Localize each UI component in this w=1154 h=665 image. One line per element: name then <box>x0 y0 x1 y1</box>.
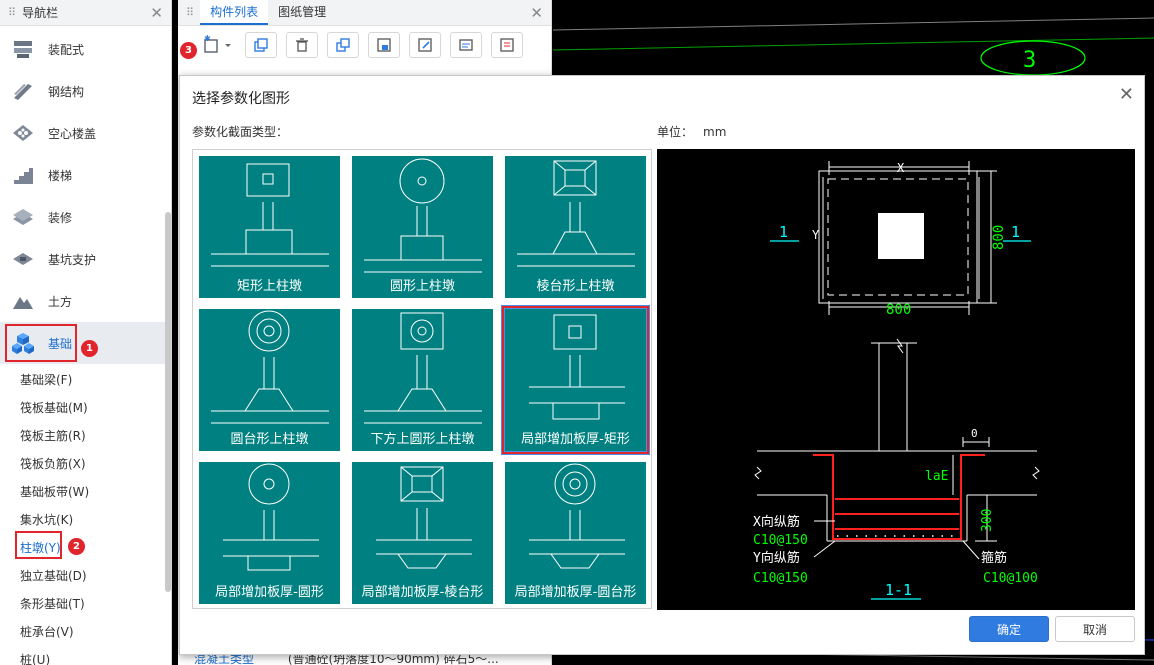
component-toolbar: ✱ <box>178 26 551 64</box>
section-mark-right: 1 <box>1011 223 1020 241</box>
cancel-button[interactable]: 取消 <box>1055 616 1135 642</box>
y-rebar-value: C10@150 <box>753 571 808 586</box>
navigation-title: 导航栏 <box>22 6 59 20</box>
steel-structure-icon <box>10 78 36 104</box>
close-icon[interactable]: ✕ <box>150 4 163 22</box>
y-rebar-label: Y向纵筋 <box>753 550 800 566</box>
sub-item-pile[interactable]: 桩(U) <box>0 646 171 665</box>
nav-item-prefab[interactable]: 装配式 <box>0 28 171 70</box>
shape-caption: 棱台形上柱墩 <box>536 279 615 294</box>
dim-300-label: 300 <box>980 509 995 532</box>
step-badge-2: 2 <box>68 538 85 555</box>
copy-component-button[interactable] <box>245 32 277 58</box>
unit-label: 单位： mm <box>657 125 727 139</box>
navigation-panel: ⠿ 导航栏 ✕ 装配式 钢结构 空心楼盖 楼梯 装修 基坑支护 土方 基础 1 … <box>0 0 172 665</box>
shape-tile-round-frustum-pier[interactable]: 圆台形上柱墩 <box>199 309 340 451</box>
close-icon[interactable]: ✕ <box>1119 84 1134 105</box>
navigation-header: ⠿ 导航栏 ✕ <box>0 0 171 26</box>
highlight-frame-column-pier <box>15 531 62 559</box>
dialog-title: 选择参数化图形 <box>192 91 290 107</box>
svg-text:✱: ✱ <box>204 35 211 43</box>
shape-tile-thicken-frustum[interactable]: 局部增加板厚-棱台形 <box>352 462 493 604</box>
shape-caption: 局部增加板厚-圆形 <box>215 585 324 600</box>
drag-handle-icon[interactable]: ⠿ <box>186 6 194 19</box>
stirrup-label: 箍筋 <box>981 550 1007 566</box>
confirm-button[interactable]: 确定 <box>969 616 1049 642</box>
tab-drawing-management[interactable]: 图纸管理 <box>268 0 336 25</box>
nav-item-pit-support[interactable]: 基坑支护 <box>0 238 171 280</box>
x-rebar-label: X向纵筋 <box>753 514 800 530</box>
dim-y-label: Y <box>812 228 820 242</box>
list-view-button[interactable] <box>491 32 523 58</box>
sub-item-isolated-foundation[interactable]: 独立基础(D) <box>0 562 171 590</box>
shape-caption: 下方上圆形上柱墩 <box>370 432 475 447</box>
sub-item-foundation-beam[interactable]: 基础梁(F) <box>0 366 171 394</box>
shape-grid: 矩形上柱墩 圆形上柱墩 棱台形上柱墩 圆台形上柱墩 下方上圆形上柱墩 局部增加板… <box>192 149 652 609</box>
shape-caption: 圆形上柱墩 <box>389 279 455 294</box>
pit-support-icon <box>10 246 36 272</box>
dim-x-label: X <box>897 161 905 175</box>
parametric-shape-dialog: 选择参数化图形 ✕ 参数化截面类型： 单位： mm 矩形上柱墩 圆形上柱墩 棱台… <box>179 75 1145 655</box>
foundation-submenu: 基础梁(F) 筏板基础(M) 筏板主筋(R) 筏板负筋(X) 基础板带(W) 集… <box>0 364 171 665</box>
section-mark-left: 1 <box>779 223 788 241</box>
nav-item-hollow-floor[interactable]: 空心楼盖 <box>0 112 171 154</box>
drag-handle-icon[interactable]: ⠿ <box>8 6 16 19</box>
dim-800-vertical: 800 <box>991 225 1007 250</box>
shape-preview: X Y 800 800 1 1 0 laE 300 X向纵筋 C10@150 Y… <box>657 149 1135 610</box>
sub-item-sump-pit[interactable]: 集水坑(K) <box>0 506 171 534</box>
section-title: 1-1 <box>885 581 912 599</box>
section-type-label: 参数化截面类型： <box>192 125 289 139</box>
shape-tile-square-round-pier[interactable]: 下方上圆形上柱墩 <box>352 309 493 451</box>
earthwork-icon <box>10 288 36 314</box>
x-rebar-value: C10@150 <box>753 533 808 548</box>
stair-icon <box>10 162 36 188</box>
layer-copy-button[interactable] <box>327 32 359 58</box>
shape-tile-thicken-rect[interactable]: 局部增加板厚-矩形 <box>502 306 649 454</box>
cad-axis-marker: 3 <box>1023 48 1036 73</box>
sub-item-pile-cap[interactable]: 桩承台(V) <box>0 618 171 646</box>
delete-component-button[interactable] <box>286 32 318 58</box>
step-badge-3: 3 <box>180 42 197 59</box>
shape-tile-round-pier[interactable]: 圆形上柱墩 <box>352 156 493 298</box>
stirrup-value: C10@100 <box>983 571 1038 586</box>
shape-caption: 局部增加板厚-棱台形 <box>361 585 484 600</box>
unit-value: mm <box>703 125 727 139</box>
shape-tile-thicken-round-frustum[interactable]: 局部增加板厚-圆台形 <box>505 462 646 604</box>
new-component-button[interactable]: ✱ <box>196 32 236 58</box>
nav-item-stair[interactable]: 楼梯 <box>0 154 171 196</box>
nav-item-steel[interactable]: 钢结构 <box>0 70 171 112</box>
save-component-button[interactable] <box>368 32 400 58</box>
column-section-mark <box>878 213 924 259</box>
nav-item-decoration[interactable]: 装修 <box>0 196 171 238</box>
dim-800-horizontal: 800 <box>886 302 911 318</box>
dim-zero-label: 0 <box>971 427 978 440</box>
sub-item-strip-foundation[interactable]: 条形基础(T) <box>0 590 171 618</box>
sub-item-raft-main-rebar[interactable]: 筏板主筋(R) <box>0 422 171 450</box>
dim-lae-label: laE <box>925 469 948 484</box>
shape-tile-frustum-pier[interactable]: 棱台形上柱墩 <box>505 156 646 298</box>
nav-item-earthwork[interactable]: 土方 <box>0 280 171 322</box>
navigation-scrollbar[interactable] <box>165 212 171 592</box>
highlight-frame-foundation <box>5 324 77 362</box>
shape-tile-rect-pier[interactable]: 矩形上柱墩 <box>199 156 340 298</box>
edit-component-button[interactable] <box>409 32 441 58</box>
sub-item-foundation-strip[interactable]: 基础板带(W) <box>0 478 171 506</box>
close-icon[interactable]: ✕ <box>530 4 543 22</box>
shape-tile-thicken-round[interactable]: 局部增加板厚-圆形 <box>199 462 340 604</box>
shape-caption: 矩形上柱墩 <box>236 279 302 294</box>
shape-caption: 局部增加板厚-圆台形 <box>514 585 637 600</box>
step-badge-1: 1 <box>81 340 98 357</box>
shape-caption: 局部增加板厚-矩形 <box>521 432 630 447</box>
hollow-floor-icon <box>10 120 36 146</box>
sub-item-raft-negative-rebar[interactable]: 筏板负筋(X) <box>0 450 171 478</box>
shape-caption: 圆台形上柱墩 <box>230 432 309 447</box>
tab-component-list[interactable]: 构件列表 <box>200 0 269 25</box>
prefab-icon <box>10 36 36 62</box>
decoration-icon <box>10 204 36 230</box>
sub-item-raft-foundation[interactable]: 筏板基础(M) <box>0 394 171 422</box>
properties-button[interactable] <box>450 32 482 58</box>
component-tabs: ⠿ 构件列表 图纸管理 ✕ <box>178 0 551 26</box>
